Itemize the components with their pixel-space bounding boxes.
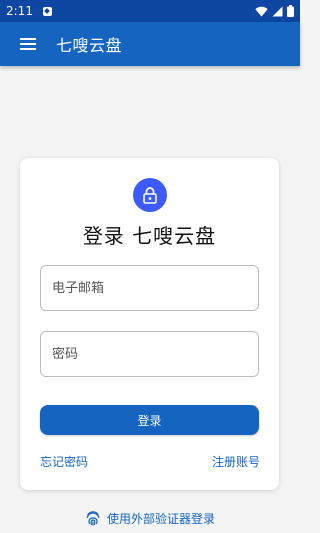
email-field[interactable]: [40, 265, 259, 311]
wifi-icon: [255, 6, 268, 16]
email-input[interactable]: [52, 280, 247, 296]
hamburger-menu-icon: [20, 38, 36, 50]
status-bar: 2:11: [0, 0, 300, 22]
login-title: 登录 七嗖云盘: [82, 224, 217, 248]
login-button[interactable]: 登录: [40, 405, 259, 435]
app-title: 七嗖云盘: [56, 36, 123, 55]
notification-icon: [42, 6, 52, 16]
external-auth-login-button[interactable]: 使用外部验证器登录: [0, 508, 300, 528]
external-auth-label: 使用外部验证器登录: [106, 511, 215, 526]
login-card: 登录 七嗖云盘 登录 忘记密码 注册账号: [20, 158, 279, 490]
status-time: 2:11: [6, 4, 33, 18]
battery-icon: [287, 5, 294, 17]
lock-icon: [143, 186, 157, 204]
fingerprint-icon: [86, 511, 100, 526]
status-icons: [255, 5, 294, 17]
password-field[interactable]: [40, 331, 259, 377]
register-link[interactable]: 注册账号: [212, 453, 260, 470]
lock-avatar: [133, 178, 167, 212]
menu-button[interactable]: [0, 22, 56, 66]
password-input[interactable]: [52, 346, 247, 362]
signal-icon: [272, 6, 283, 16]
app-bar: 七嗖云盘: [0, 22, 300, 66]
forgot-password-link[interactable]: 忘记密码: [40, 453, 88, 470]
